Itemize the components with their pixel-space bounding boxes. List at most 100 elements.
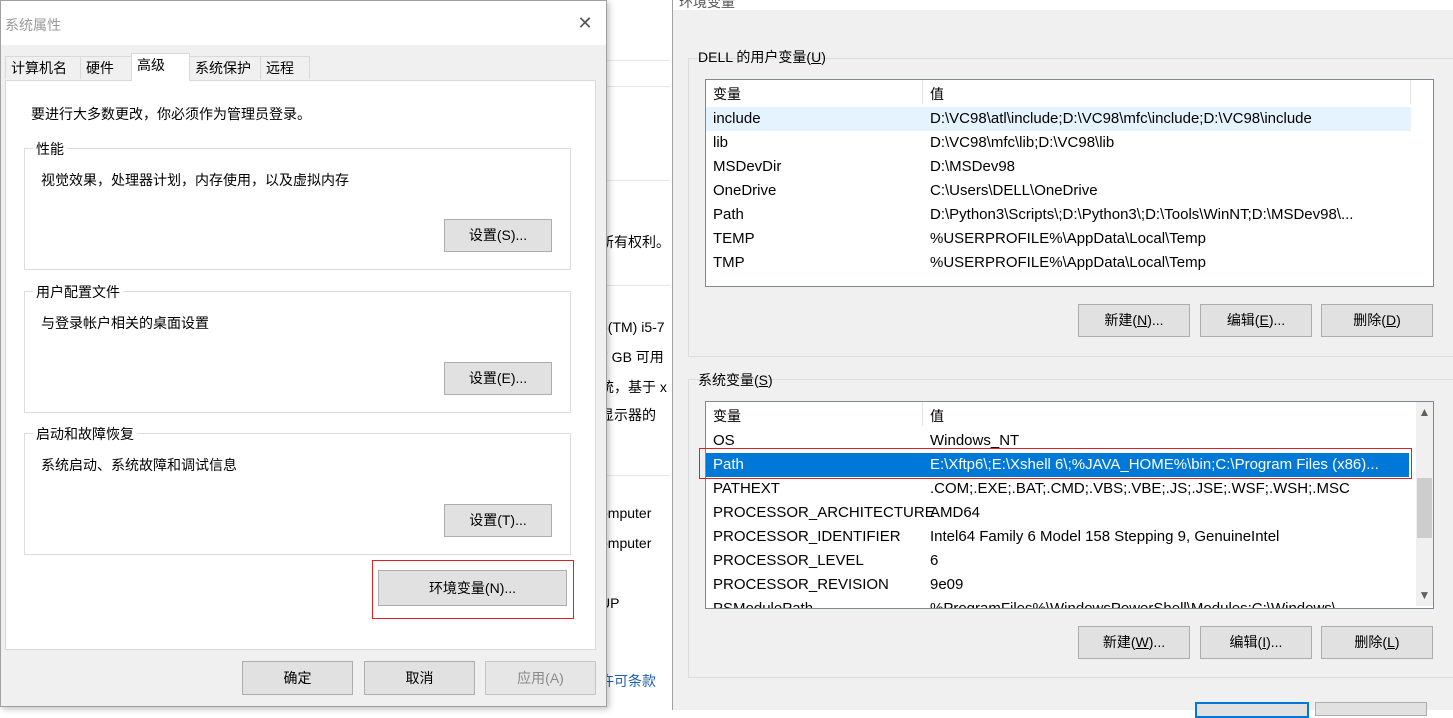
group-label: 性能: [33, 139, 67, 159]
button-text: 新建(: [1104, 312, 1138, 328]
button-text: )...: [1266, 634, 1283, 650]
variable-name: lib: [713, 134, 729, 151]
variable-value: %USERPROFILE%\AppData\Local\Temp: [930, 230, 1206, 247]
button-text: ): [1396, 312, 1401, 328]
variable-value: 6: [930, 552, 939, 569]
variable-value: %USERPROFILE%\AppData\Local\Temp: [930, 254, 1206, 271]
variable-value: 9e09: [930, 576, 964, 593]
button-text: 新建(: [1102, 634, 1136, 650]
group-description: 系统启动、系统故障和调试信息: [41, 457, 237, 473]
user-edit-button[interactable]: 编辑(E)...: [1200, 304, 1312, 337]
cancel-button[interactable]: 取消: [364, 661, 475, 695]
variable-value: D:\Python3\Scripts\;D:\Python3\;D:\Tools…: [930, 206, 1354, 223]
environment-variables-dialog: 环境变量 DELL 的用户变量(U) 变量 值 include D:\VC98\a…: [672, 0, 1453, 718]
tab-system-protection[interactable]: 系统保护: [189, 56, 263, 79]
access-key: L: [1387, 634, 1395, 650]
label-text: 系统变量(: [698, 372, 759, 388]
table-row[interactable]: OneDrive C:\Users\DELL\OneDrive: [706, 179, 1433, 203]
system-variables-list[interactable]: 变量 值 OS Windows_NT Path E:\Xftp6\;E:\Xshel…: [705, 401, 1434, 609]
variable-value: .COM;.EXE;.BAT;.CMD;.VBS;.VBE;.JS;.JSE;.…: [930, 480, 1350, 497]
divider: [606, 285, 670, 286]
table-row[interactable]: PROCESSOR_REVISION 9e09: [706, 573, 1411, 597]
button-text: 编辑(: [1226, 312, 1260, 328]
button-text: )...: [1268, 312, 1286, 328]
button-text: )...: [1147, 312, 1164, 328]
tab-advanced[interactable]: 高级: [131, 53, 190, 81]
system-new-button[interactable]: 新建(W)...: [1078, 626, 1190, 659]
close-icon[interactable]: ✕: [573, 11, 597, 35]
advanced-tab-panel: 要进行大多数更改，你必须作为管理员登录。 性能 视觉效果，处理器计划，内存使用，…: [5, 80, 596, 650]
startup-recovery-settings-button[interactable]: 设置(T)...: [444, 504, 552, 537]
group-label: 用户配置文件: [33, 282, 123, 302]
variable-value: %ProgramFiles%\WindowsPowerShell\Modules…: [930, 600, 1349, 609]
environment-variables-highlight: [372, 560, 574, 619]
column-header-variable[interactable]: 变量: [713, 406, 741, 426]
table-row[interactable]: include D:\VC98\atl\include;D:\VC98\mfc\i…: [706, 107, 1411, 131]
ok-button[interactable]: [1195, 702, 1309, 718]
scroll-up-icon[interactable]: ▲: [1416, 404, 1433, 421]
variable-name: TEMP: [713, 230, 755, 247]
variable-name: MSDevDir: [713, 158, 782, 175]
background-text: 显示器的: [600, 407, 656, 423]
access-key: N: [1137, 312, 1148, 328]
variable-value: Windows_NT: [930, 432, 1020, 449]
table-row[interactable]: PATHEXT .COM;.EXE;.BAT;.CMD;.VBS;.VBE;.JS…: [706, 477, 1411, 501]
divider: [606, 60, 670, 61]
column-header-value[interactable]: 值: [930, 406, 944, 426]
variable-name: PROCESSOR_LEVEL: [713, 552, 864, 569]
table-row[interactable]: TEMP %USERPROFILE%\AppData\Local\Temp: [706, 227, 1433, 251]
table-row[interactable]: MSDevDir D:\MSDev98: [706, 155, 1433, 179]
group-description: 与登录帐户相关的桌面设置: [41, 315, 209, 331]
button-text: 删除(: [1353, 312, 1386, 328]
scroll-down-icon[interactable]: ▼: [1416, 587, 1433, 604]
title-bar: 系统属性 ✕: [1, 1, 606, 45]
cancel-button[interactable]: [1315, 702, 1427, 716]
background-text: omputer: [600, 505, 652, 521]
table-row[interactable]: PROCESSOR_LEVEL 6: [706, 549, 1411, 573]
user-variables-list[interactable]: 变量 值 include D:\VC98\atl\include;D:\VC98\…: [705, 79, 1434, 287]
background-text: 所有权利。: [600, 234, 670, 250]
user-delete-button[interactable]: 删除(D): [1321, 304, 1433, 337]
user-profiles-group: 用户配置文件 与登录帐户相关的桌面设置 设置(E)...: [24, 282, 571, 413]
column-separator[interactable]: [1410, 80, 1411, 104]
tab-hardware[interactable]: 硬件: [80, 56, 132, 79]
user-profiles-settings-button[interactable]: 设置(E)...: [444, 362, 552, 395]
tab-remote[interactable]: 远程: [260, 56, 310, 79]
variable-name: OS: [713, 432, 735, 449]
user-variables-label: DELL 的用户变量(U): [698, 47, 826, 67]
variable-name: PSModulePath: [713, 600, 814, 609]
button-text: 编辑(: [1229, 634, 1263, 650]
system-delete-button[interactable]: 删除(L): [1321, 626, 1433, 659]
table-row[interactable]: TMP %USERPROFILE%\AppData\Local\Temp: [706, 251, 1433, 275]
ok-button[interactable]: 确定: [242, 661, 353, 695]
table-row[interactable]: PROCESSOR_ARCHITECTURE AMD64: [706, 501, 1411, 525]
group-description: 视觉效果，处理器计划，内存使用，以及虚拟内存: [41, 172, 349, 188]
user-new-button[interactable]: 新建(N)...: [1078, 304, 1190, 337]
background-text: 7 GB 可用: [600, 349, 664, 365]
variable-value: D:\VC98\mfc\lib;D:\VC98\lib: [930, 134, 1115, 151]
license-terms-link[interactable]: 许可条款: [600, 671, 656, 691]
performance-group: 性能 视觉效果，处理器计划，内存使用，以及虚拟内存 设置(S)...: [24, 139, 571, 270]
column-separator[interactable]: [922, 402, 923, 426]
apply-button[interactable]: 应用(A): [485, 661, 596, 695]
column-header-variable[interactable]: 变量: [713, 84, 741, 104]
table-row[interactable]: Path D:\Python3\Scripts\;D:\Python3\;D:\T…: [706, 203, 1433, 227]
button-text: )...: [1148, 634, 1166, 650]
scrollbar-thumb[interactable]: [1417, 478, 1432, 538]
column-separator[interactable]: [922, 80, 923, 104]
tab-computer-name[interactable]: 计算机名: [5, 56, 81, 79]
table-row[interactable]: PSModulePath %ProgramFiles%\WindowsPowerS…: [706, 597, 1411, 609]
access-key: D: [1385, 312, 1397, 328]
vertical-scrollbar[interactable]: ▲ ▼: [1416, 402, 1433, 606]
table-row[interactable]: PROCESSOR_IDENTIFIER Intel64 Family 6 Mod…: [706, 525, 1411, 549]
performance-settings-button[interactable]: 设置(S)...: [444, 219, 552, 252]
column-header-value[interactable]: 值: [930, 84, 944, 104]
variable-value: D:\VC98\atl\include;D:\VC98\mfc\include;…: [930, 110, 1312, 127]
table-row[interactable]: lib D:\VC98\mfc\lib;D:\VC98\lib: [706, 131, 1433, 155]
path-row-highlight: [699, 448, 1412, 479]
list-header: 变量 值: [706, 402, 1433, 426]
system-edit-button[interactable]: 编辑(I)...: [1200, 626, 1312, 659]
dialog-title: 环境变量: [679, 0, 735, 10]
admin-notice: 要进行大多数更改，你必须作为管理员登录。: [31, 106, 311, 122]
group-label: 启动和故障恢复: [33, 424, 137, 444]
